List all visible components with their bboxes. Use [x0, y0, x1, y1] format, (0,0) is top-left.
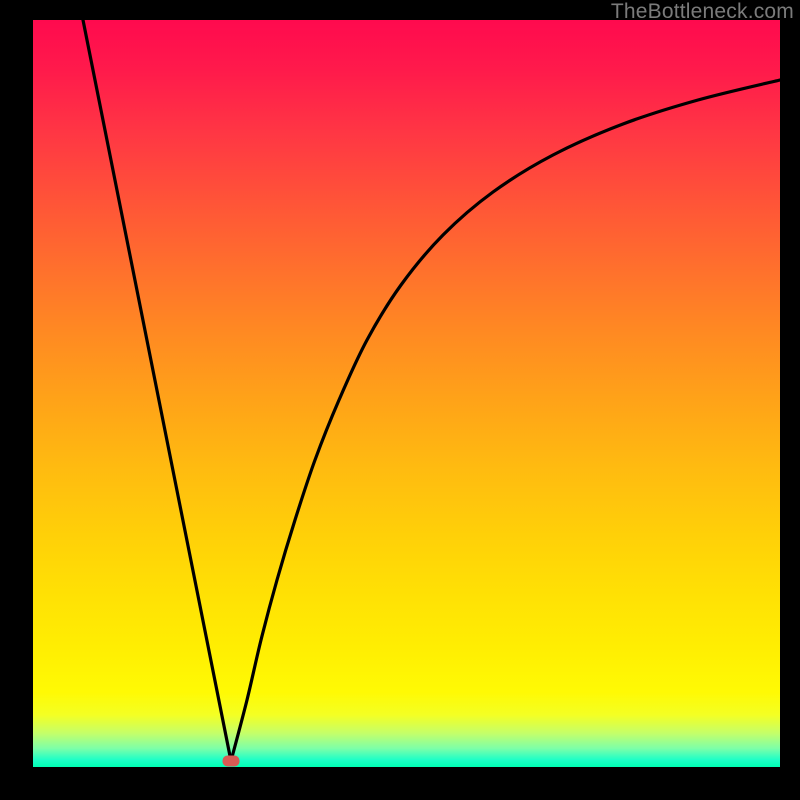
plot-frame: [33, 20, 780, 767]
minimum-marker: [223, 756, 240, 767]
curve-left-segment: [83, 20, 231, 761]
curve-right-segment: [231, 80, 780, 761]
attribution-text: TheBottleneck.com: [611, 0, 794, 24]
curve-svg: [33, 20, 780, 767]
